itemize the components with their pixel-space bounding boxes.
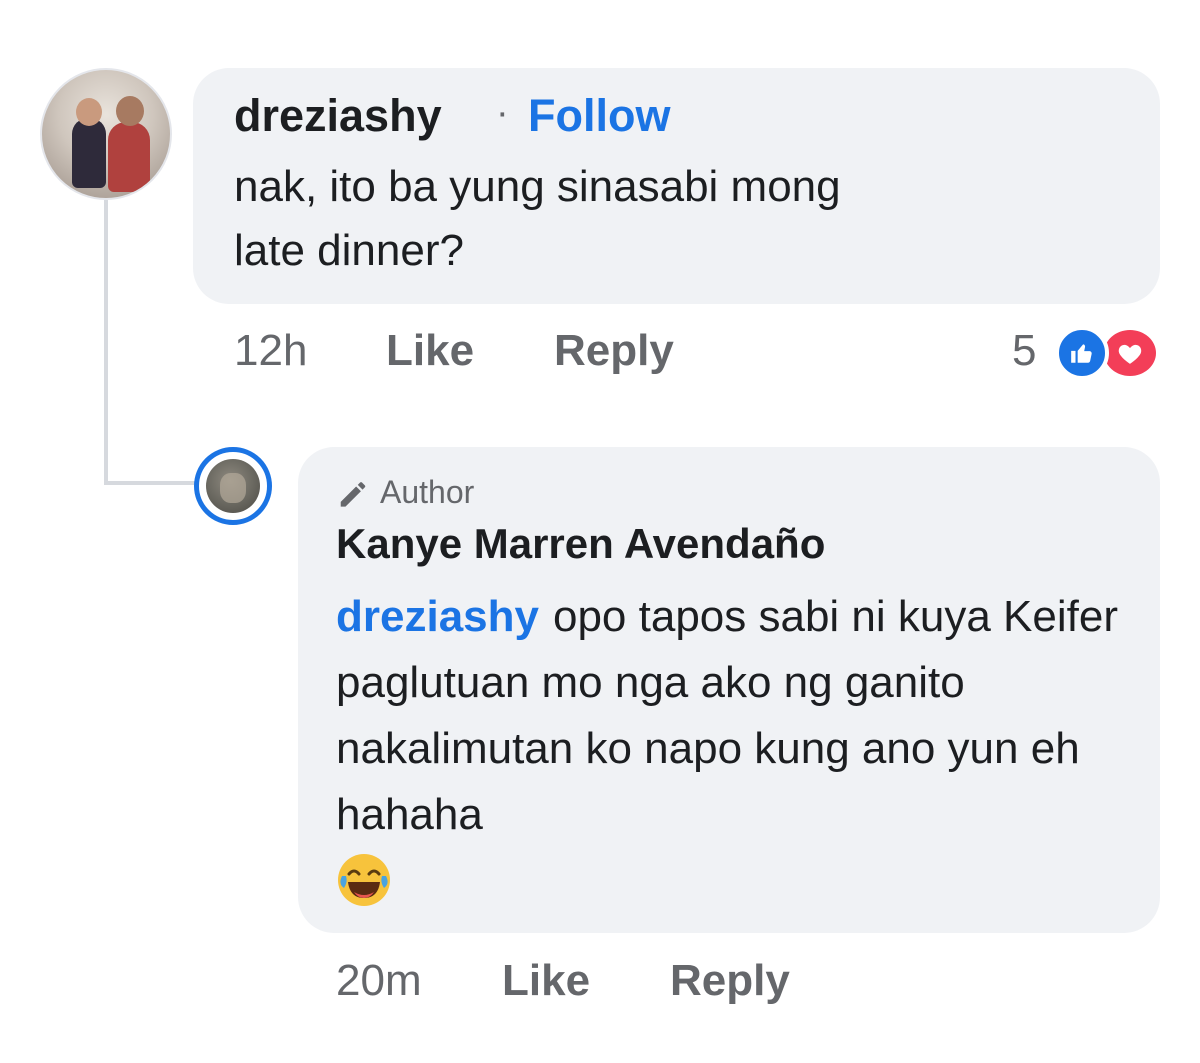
separator-dot: · [496, 92, 509, 134]
mention-link[interactable]: dreziashy [336, 592, 539, 641]
avatar-kanye-marren-avendano[interactable] [206, 459, 260, 513]
thread-connector-branch [104, 481, 196, 485]
avatar-dreziashy[interactable] [40, 68, 172, 200]
author-badge: Author [336, 474, 474, 511]
avatar-photo-figure [108, 122, 150, 192]
avatar-photo-figure [220, 473, 246, 503]
comment-timestamp[interactable]: 12h [234, 326, 307, 376]
comment-text: nak, ito ba yung sinasabi mong late dinn… [234, 162, 841, 275]
author-badge-label: Author [380, 474, 475, 510]
follow-button[interactable]: Follow [528, 90, 670, 142]
heart-icon [1118, 344, 1142, 364]
pencil-icon [340, 481, 366, 507]
reply-like-button[interactable]: Like [502, 956, 590, 1006]
avatar-photo-figure [72, 118, 106, 188]
comment-author-name[interactable]: dreziashy [234, 90, 442, 142]
reply-reply-button[interactable]: Reply [670, 956, 790, 1006]
like-reaction-icon[interactable] [1055, 326, 1109, 380]
avatar-photo-figure [116, 96, 144, 126]
reply-timestamp[interactable]: 20m [336, 956, 422, 1006]
reply-text: dreziashy opo tapos sabi ni kuya Keifer p… [336, 584, 1136, 848]
reply-button[interactable]: Reply [554, 326, 674, 376]
reply-author-name[interactable]: Kanye Marren Avendaño [336, 520, 825, 568]
like-button[interactable]: Like [386, 326, 474, 376]
laughing-emoji-icon [338, 854, 390, 906]
reaction-count[interactable]: 5 [1012, 326, 1036, 376]
love-reaction-icon[interactable] [1100, 326, 1160, 380]
avatar-photo-figure [76, 98, 102, 126]
thumbs-up-icon [1071, 344, 1092, 363]
thread-connector-line [104, 200, 108, 485]
